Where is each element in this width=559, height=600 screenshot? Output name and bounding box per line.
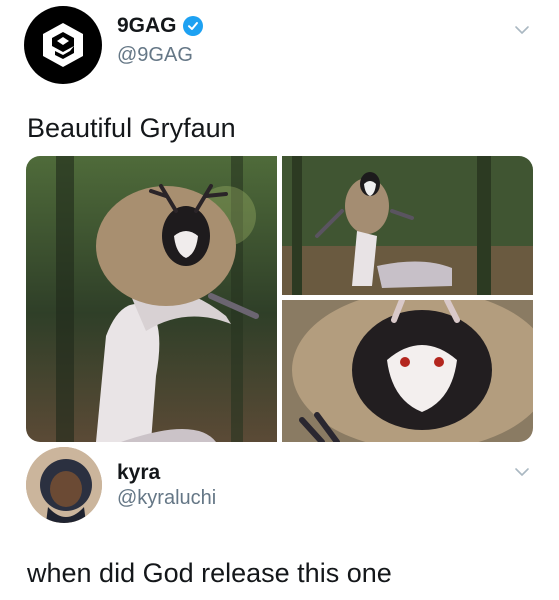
display-name-label[interactable]: 9GAG — [117, 14, 177, 38]
reply-display-name[interactable]: kyra — [117, 461, 160, 485]
creature-forest-photo[interactable] — [282, 156, 533, 295]
display-name[interactable]: 9GAG — [117, 14, 203, 38]
avatar-9gag[interactable] — [24, 6, 102, 84]
creature-full-body-photo[interactable] — [26, 156, 277, 442]
media-grid — [26, 156, 533, 442]
verified-badge-icon — [182, 16, 203, 36]
reply-text: when did God release this one — [27, 558, 392, 588]
creature-face-closeup-photo[interactable] — [282, 300, 533, 442]
avatar-kyra[interactable] — [26, 447, 102, 523]
reply-user-handle[interactable]: @kyraluchi — [117, 487, 216, 510]
9gag-logo-icon — [43, 23, 83, 67]
user-handle[interactable]: @9GAG — [117, 44, 193, 67]
profile-photo — [26, 447, 102, 523]
chevron-down-icon[interactable] — [514, 22, 530, 38]
tweet-text: Beautiful Gryfaun — [27, 113, 236, 143]
chevron-down-icon[interactable] — [514, 464, 530, 480]
